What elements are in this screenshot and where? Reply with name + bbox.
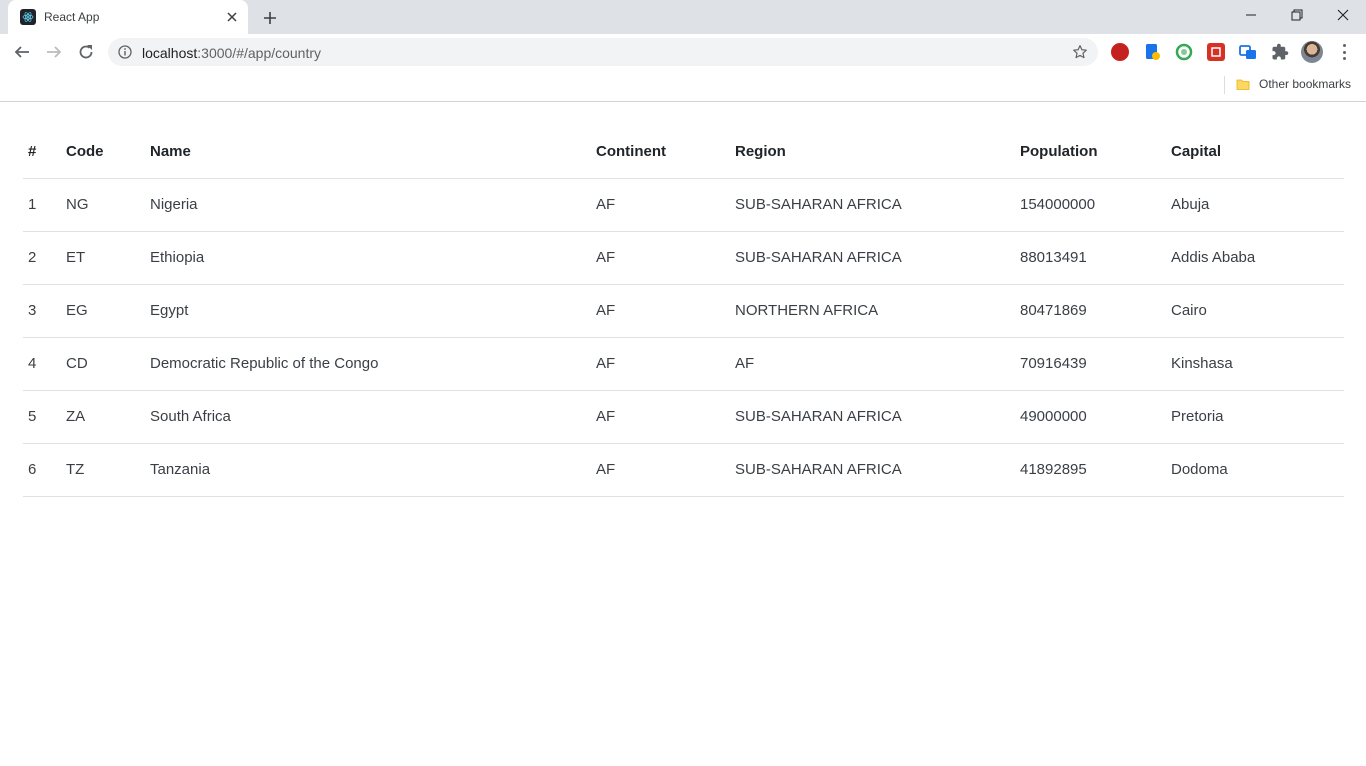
cell-name: South Africa <box>144 390 590 444</box>
table-header-row: # Code Name Continent Region Population … <box>23 125 1344 179</box>
header-capital[interactable]: Capital <box>1165 125 1344 179</box>
cell-index: 6 <box>23 443 60 497</box>
header-name[interactable]: Name <box>144 125 590 179</box>
more-menu-icon[interactable] <box>1336 42 1352 62</box>
bookmarks-bar: Other bookmarks <box>0 70 1366 102</box>
other-bookmarks-link[interactable]: Other bookmarks <box>1259 77 1351 91</box>
tab-title: React App <box>44 10 100 24</box>
browser-toolbar: localhost:3000/#/app/country <box>0 34 1366 70</box>
cell-continent: AF <box>590 231 729 285</box>
extension-red-icon[interactable] <box>1111 43 1129 61</box>
cell-index: 3 <box>23 284 60 338</box>
url-host: localhost <box>142 45 198 61</box>
header-region[interactable]: Region <box>729 125 1014 179</box>
close-tab-icon[interactable] <box>224 9 240 25</box>
cell-code: NG <box>60 178 144 232</box>
cell-capital: Pretoria <box>1165 390 1344 444</box>
extension-blue-doc-icon[interactable] <box>1143 43 1161 61</box>
info-icon[interactable] <box>118 45 132 59</box>
bookmarks-separator <box>1224 76 1225 94</box>
cell-capital: Abuja <box>1165 178 1344 232</box>
header-code[interactable]: Code <box>60 125 144 179</box>
cell-capital: Addis Ababa <box>1165 231 1344 285</box>
bookmark-star-icon[interactable] <box>1072 44 1088 60</box>
cell-code: ET <box>60 231 144 285</box>
cell-continent: AF <box>590 284 729 338</box>
cell-continent: AF <box>590 337 729 391</box>
table-row[interactable]: 3 EG Egypt AF NORTHERN AFRICA 80471869 C… <box>23 284 1344 338</box>
table-row[interactable]: 1 NG Nigeria AF SUB-SAHARAN AFRICA 15400… <box>23 178 1344 232</box>
cell-population: 154000000 <box>1014 178 1165 232</box>
header-continent[interactable]: Continent <box>590 125 729 179</box>
cell-index: 2 <box>23 231 60 285</box>
cell-region: SUB-SAHARAN AFRICA <box>729 178 1014 232</box>
cell-code: ZA <box>60 390 144 444</box>
cell-code: TZ <box>60 443 144 497</box>
header-index[interactable]: # <box>23 125 60 179</box>
cell-name: Egypt <box>144 284 590 338</box>
header-population[interactable]: Population <box>1014 125 1165 179</box>
table-row[interactable]: 6 TZ Tanzania AF SUB-SAHARAN AFRICA 4189… <box>23 443 1344 497</box>
cell-code: EG <box>60 284 144 338</box>
cell-index: 4 <box>23 337 60 391</box>
cell-code: CD <box>60 337 144 391</box>
cell-capital: Kinshasa <box>1165 337 1344 391</box>
reload-icon[interactable] <box>72 38 100 66</box>
back-arrow-icon[interactable] <box>8 38 36 66</box>
restore-icon[interactable] <box>1274 0 1320 30</box>
extension-red-square-icon[interactable] <box>1207 43 1225 61</box>
close-window-icon[interactable] <box>1320 0 1366 30</box>
react-logo-icon <box>20 9 36 25</box>
new-tab-plus-icon[interactable] <box>258 6 282 30</box>
url-path: :3000/#/app/country <box>197 45 322 61</box>
forward-arrow-icon[interactable] <box>40 38 68 66</box>
folder-icon[interactable] <box>1236 77 1250 91</box>
cell-index: 1 <box>23 178 60 232</box>
puzzle-icon[interactable] <box>1271 43 1289 61</box>
cell-continent: AF <box>590 178 729 232</box>
extension-green-circle-icon[interactable] <box>1175 43 1193 61</box>
table-row[interactable]: 4 CD Democratic Republic of the Congo AF… <box>23 337 1344 391</box>
cell-name: Democratic Republic of the Congo <box>144 337 590 391</box>
profile-avatar[interactable] <box>1301 41 1323 63</box>
table-row[interactable]: 5 ZA South Africa AF SUB-SAHARAN AFRICA … <box>23 390 1344 444</box>
cell-region: SUB-SAHARAN AFRICA <box>729 390 1014 444</box>
table-row[interactable]: 2 ET Ethiopia AF SUB-SAHARAN AFRICA 8801… <box>23 231 1344 285</box>
cell-name: Tanzania <box>144 443 590 497</box>
minimize-icon[interactable] <box>1228 0 1274 30</box>
cell-name: Nigeria <box>144 178 590 232</box>
cell-capital: Cairo <box>1165 284 1344 338</box>
cell-name: Ethiopia <box>144 231 590 285</box>
url-text[interactable]: localhost:3000/#/app/country <box>142 45 321 61</box>
cell-region: SUB-SAHARAN AFRICA <box>729 231 1014 285</box>
browser-tab[interactable]: React App <box>8 0 248 34</box>
address-bar[interactable]: localhost:3000/#/app/country <box>108 38 1098 66</box>
cell-continent: AF <box>590 443 729 497</box>
extension-blue-arrows-icon[interactable] <box>1239 43 1257 61</box>
country-table-container: # Code Name Continent Region Population … <box>23 125 1344 497</box>
country-table: # Code Name Continent Region Population … <box>23 125 1344 497</box>
cell-region: SUB-SAHARAN AFRICA <box>729 443 1014 497</box>
cell-capital: Dodoma <box>1165 443 1344 497</box>
cell-index: 5 <box>23 390 60 444</box>
cell-region: AF <box>729 337 1014 391</box>
cell-continent: AF <box>590 390 729 444</box>
tab-strip: React App <box>0 0 1366 34</box>
cell-population: 49000000 <box>1014 390 1165 444</box>
cell-region: NORTHERN AFRICA <box>729 284 1014 338</box>
cell-population: 80471869 <box>1014 284 1165 338</box>
cell-population: 70916439 <box>1014 337 1165 391</box>
cell-population: 88013491 <box>1014 231 1165 285</box>
cell-population: 41892895 <box>1014 443 1165 497</box>
